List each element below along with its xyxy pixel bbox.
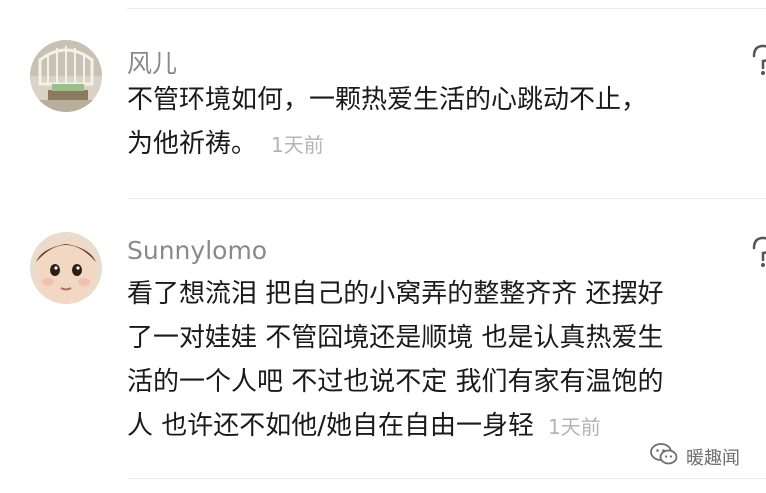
comment-line: 为他祈祷。 1天前	[127, 122, 727, 167]
comment-line: 看了想流泪 把自己的小窝弄的整整齐齐 还摆好	[127, 279, 664, 309]
divider	[127, 198, 766, 199]
avatar[interactable]	[30, 232, 102, 304]
username[interactable]: Sunnylomo	[127, 236, 267, 265]
comment-list: 风儿 不管环境如何，一颗热爱生活的心跳动不止， 为他祈祷。 1天前 Sunnyl…	[0, 0, 766, 493]
comment-text: 不管环境如何，一颗热爱生活的心跳动不止， 为他祈祷。 1天前	[127, 78, 727, 167]
wechat-icon	[650, 442, 678, 471]
comment-line: 活的一个人吧 不过也说不定 我们有家有温饱的	[127, 367, 664, 397]
divider	[127, 478, 766, 479]
comment-line-text: 人 也许还不如他/她自在自由一身轻	[127, 411, 535, 441]
watermark: 暖趣闻	[650, 442, 740, 471]
timestamp: 1天前	[271, 133, 324, 157]
username[interactable]: 风儿	[127, 44, 177, 80]
avatar[interactable]	[30, 40, 102, 112]
like-icon[interactable]	[750, 234, 766, 268]
divider	[127, 8, 766, 9]
comment-line: 不管环境如何，一颗热爱生活的心跳动不止，	[127, 85, 648, 115]
comment-line: 了一对娃娃 不管囧境还是顺境 也是认真热爱生	[127, 323, 664, 353]
timestamp: 1天前	[548, 415, 601, 439]
watermark-text: 暖趣闻	[686, 447, 740, 469]
comment-line-text: 为他祈祷。	[127, 129, 258, 159]
comment-text: 看了想流泪 把自己的小窝弄的整整齐齐 还摆好 了一对娃娃 不管囧境还是顺境 也是…	[127, 272, 727, 449]
comment-line: 人 也许还不如他/她自在自由一身轻 1天前	[127, 404, 727, 449]
like-icon[interactable]	[750, 42, 766, 76]
